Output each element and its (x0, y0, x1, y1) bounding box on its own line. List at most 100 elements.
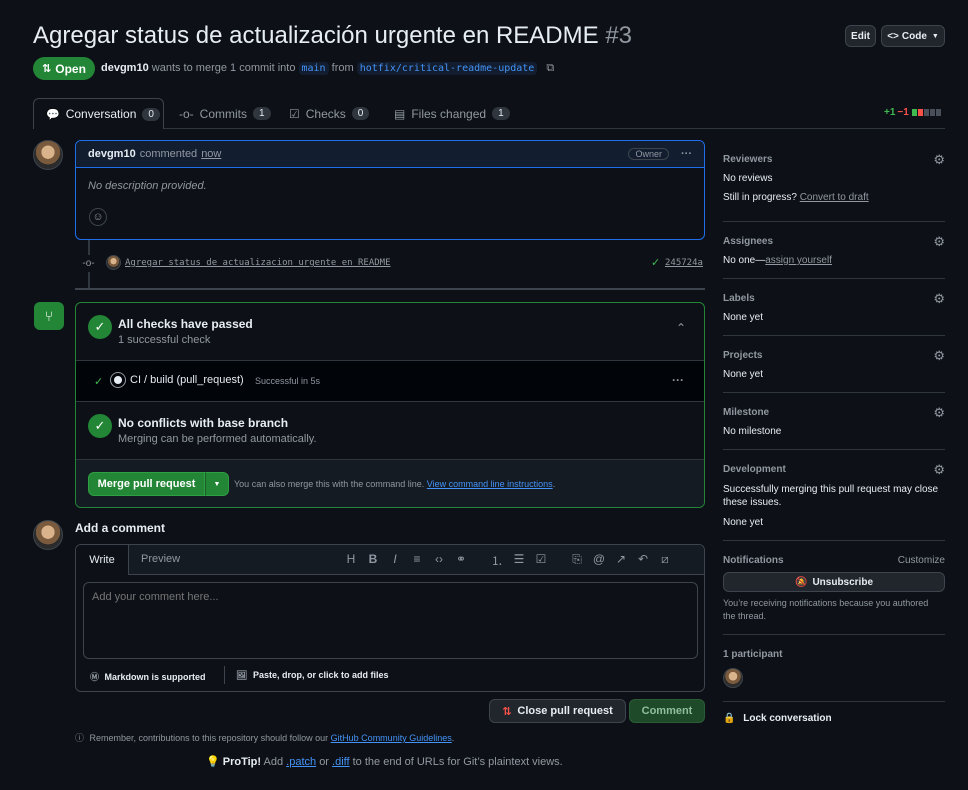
tab-files-changed[interactable]: ▤ Files changed 1 (394, 98, 510, 129)
comment-button[interactable]: Comment (629, 699, 705, 723)
tab-conversation[interactable]: 💬 Conversation 0 (33, 98, 164, 129)
quote-icon[interactable]: ≡ (406, 552, 428, 569)
tab-checks[interactable]: ☑ Checks 0 (289, 98, 370, 129)
sidebar-divider (723, 540, 945, 541)
merge-button[interactable]: Merge pull request (88, 472, 205, 496)
assignees-line: No one—assign yourself (723, 255, 832, 266)
milestone-heading[interactable]: Milestone (723, 407, 769, 418)
sidebar-divider (723, 634, 945, 635)
ci-row: ✓ CI / build (pull_request) Successful i… (76, 360, 704, 402)
conflict-title: No conflicts with base branch (118, 416, 289, 430)
file-diff-icon: ▤ (394, 106, 406, 121)
kebab-icon[interactable]: ··· (681, 148, 692, 160)
gear-icon[interactable]: ⚙ (933, 405, 945, 421)
comment-time[interactable]: now (201, 148, 221, 160)
chevron-up-icon[interactable]: ⌃ (676, 321, 686, 335)
protip-text3: to the end of URLs for Git’s plaintext v… (352, 756, 563, 768)
labels-heading[interactable]: Labels (723, 293, 755, 304)
heading-icon[interactable]: H (340, 552, 362, 569)
diffstat-blocks (911, 109, 941, 116)
base-branch[interactable]: main (298, 62, 329, 75)
pr-number: #3 (605, 22, 633, 49)
unordered-list-icon[interactable]: ☰ (508, 552, 530, 569)
state-badge: ⇅ Open (33, 57, 95, 80)
sidebar-divider (723, 392, 945, 393)
customize-link[interactable]: Customize (898, 555, 945, 566)
gear-icon[interactable]: ⚙ (933, 234, 945, 250)
tab-counter: 1 (253, 107, 271, 120)
diffstat-added: +1 (884, 107, 896, 118)
link-icon[interactable]: ⚭ (450, 552, 472, 569)
gear-icon[interactable]: ⚙ (933, 348, 945, 364)
comment-author[interactable]: devgm10 (88, 148, 136, 160)
diffstat[interactable]: +1 −1 (884, 107, 941, 118)
reviewers-heading[interactable]: Reviewers (723, 154, 772, 165)
patch-link[interactable]: .patch (286, 756, 316, 768)
tab-counter: 0 (142, 107, 160, 121)
task-list-icon[interactable]: ☑ (530, 552, 552, 569)
avatar[interactable] (33, 520, 63, 550)
comment-action: commented (139, 148, 198, 160)
attach-icon[interactable]: ⎘ (566, 552, 588, 569)
check-circle-icon: ✓ (88, 414, 112, 438)
cross-reference-icon[interactable]: ↗ (610, 552, 632, 569)
close-pr-button[interactable]: ⇅ Close pull request (489, 699, 626, 723)
markdown-note[interactable]: Ⓜ Markdown is supported (90, 670, 206, 683)
pr-title-text: Agregar status de actualización urgente … (33, 22, 599, 49)
diff-link[interactable]: .diff (332, 756, 350, 768)
avatar[interactable] (33, 140, 63, 170)
slash-command-icon[interactable]: ⧄ (654, 552, 676, 569)
code-icon[interactable]: ‹› (428, 552, 450, 569)
mention-icon[interactable]: @ (588, 552, 610, 569)
reaction-button[interactable]: ☺ (89, 208, 107, 226)
unsubscribe-button[interactable]: 🔕 Unsubscribe (723, 572, 945, 592)
sidebar-divider (723, 335, 945, 336)
pr-author-link[interactable]: devgm10 (101, 62, 149, 74)
editor-header: Write Preview H B I ≡ ‹› ⚭ ⒈ ☰ ☑ ⎘ @ ↗ ↶… (76, 545, 704, 575)
preview-tab[interactable]: Preview (141, 553, 180, 565)
gear-icon[interactable]: ⚙ (933, 462, 945, 478)
projects-heading[interactable]: Projects (723, 350, 762, 361)
ordered-list-icon[interactable]: ⒈ (486, 552, 508, 569)
merge-method-dropdown[interactable]: ▼ (205, 472, 229, 496)
ci-name[interactable]: CI / build (pull_request) (130, 374, 244, 386)
ci-check-icon: ✓ (94, 376, 104, 388)
attach-note[interactable]: 🖼 Paste, drop, or click to add files (236, 670, 389, 681)
reviewers-value: No reviews (723, 173, 773, 184)
markdown-icon: Ⓜ (90, 672, 100, 682)
reply-icon[interactable]: ↶ (632, 552, 654, 569)
close-pr-label: Close pull request (517, 705, 613, 717)
ci-kebab-icon[interactable]: ··· (672, 373, 684, 387)
lock-conversation[interactable]: 🔒 Lock conversation (723, 713, 832, 724)
owner-badge: Owner (628, 148, 669, 160)
assign-yourself-link[interactable]: assign yourself (765, 255, 832, 266)
participant-avatar[interactable] (723, 668, 743, 688)
checks-section[interactable]: ✓ All checks have passed 1 successful ch… (76, 303, 704, 360)
sidebar-divider (723, 278, 945, 279)
comment-textarea[interactable] (83, 582, 698, 659)
sidebar: Reviewers ⚙ No reviews Still in progress… (723, 150, 945, 740)
commit-sha[interactable]: 245724a (665, 258, 703, 268)
edit-button[interactable]: Edit (845, 25, 876, 47)
italic-icon[interactable]: I (384, 552, 406, 569)
tab-counter: 1 (492, 107, 510, 120)
code-button[interactable]: <> Code ▼ (881, 25, 945, 47)
convert-draft-link[interactable]: Convert to draft (800, 192, 869, 203)
tab-commits[interactable]: -o- Commits 1 (179, 98, 271, 129)
gear-icon[interactable]: ⚙ (933, 152, 945, 168)
notification-reason: You’re receiving notifications because y… (723, 598, 929, 621)
avatar[interactable] (106, 255, 121, 270)
cli-link[interactable]: View command line instructions (427, 479, 553, 489)
code-label: Code (901, 30, 927, 42)
cli-note: You can also merge this with the command… (234, 479, 555, 489)
copy-icon[interactable]: ⧉ (546, 62, 554, 74)
bold-icon[interactable]: B (362, 552, 384, 569)
development-heading[interactable]: Development (723, 464, 786, 475)
gear-icon[interactable]: ⚙ (933, 291, 945, 307)
assignees-heading[interactable]: Assignees (723, 236, 773, 247)
guidelines-link[interactable]: GitHub Community Guidelines (331, 733, 452, 743)
commit-message-link[interactable]: Agregar status de actualizacion urgente … (125, 258, 391, 268)
head-branch[interactable]: hotfix/critical-readme-update (356, 62, 538, 75)
commit-check-icon[interactable]: ✓ (651, 256, 660, 269)
write-tab[interactable]: Write (76, 545, 129, 575)
